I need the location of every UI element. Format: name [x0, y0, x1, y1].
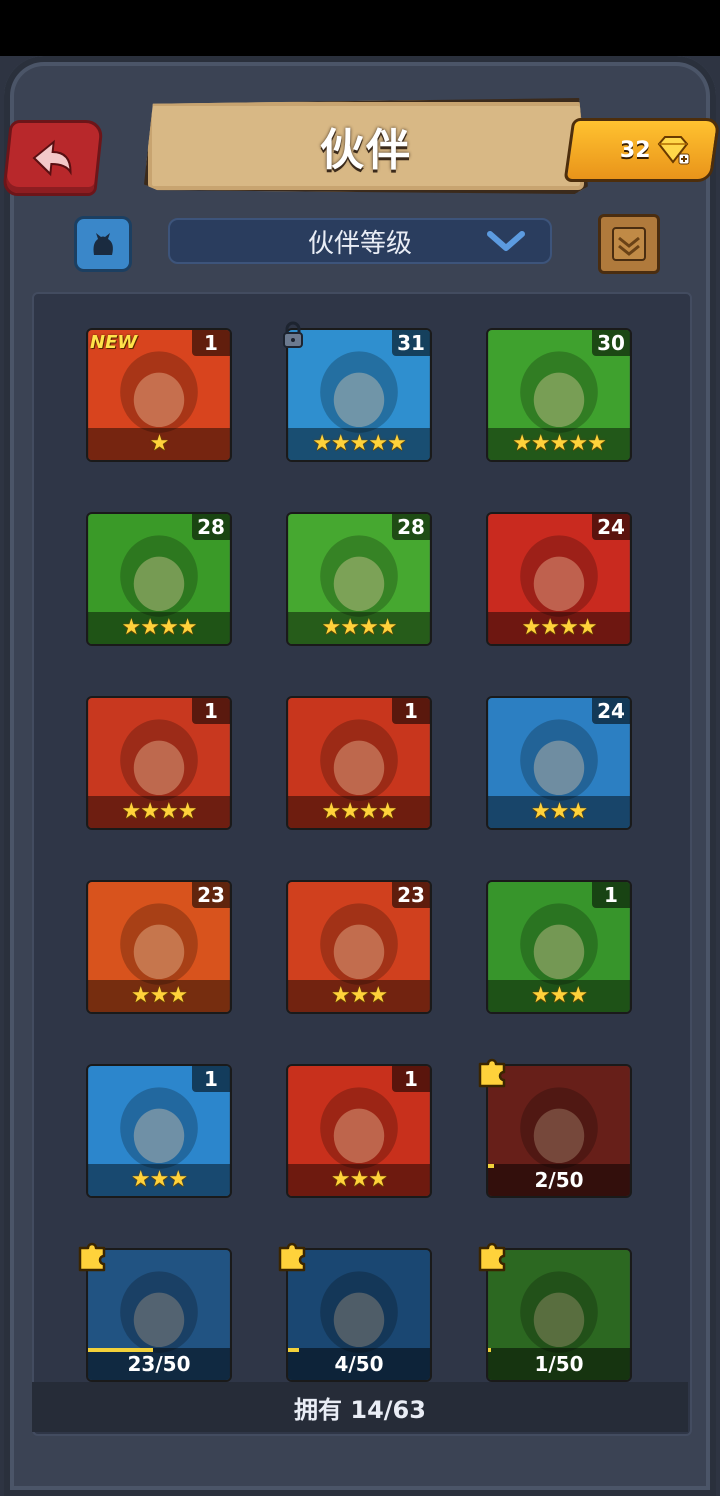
fragment-progress: 2/50 [488, 1164, 630, 1196]
gem-plus-icon [657, 136, 690, 165]
fragment-count: 4/50 [334, 1352, 384, 1376]
back-arrow-icon [32, 139, 72, 177]
companion-card[interactable]: 1 ★★★ [486, 880, 632, 1014]
companion-grid: 1 ★ NEW 31 ★★★★★ 30 ★★★★★ 28 ★★★★ 28 ★★★★ 24 ★★★★ 1 ★★… [32, 292, 692, 1436]
fragment-progress: 4/50 [288, 1348, 430, 1380]
companion-level: 24 [592, 698, 630, 724]
companion-card[interactable]: 30 ★★★★★ [486, 328, 632, 462]
owned-text: 拥有 14/63 [294, 1395, 426, 1424]
star-rating: ★★★★ [488, 612, 630, 644]
companion-level: 1 [192, 1066, 230, 1092]
back-button[interactable] [2, 120, 104, 196]
companion-card[interactable]: 24 ★★★ [486, 696, 632, 830]
fragment-progress: 23/50 [88, 1348, 230, 1380]
puzzle-piece-icon [78, 1242, 106, 1272]
companion-card[interactable]: 24 ★★★★ [486, 512, 632, 646]
companion-level: 31 [392, 330, 430, 356]
sort-label: 伙伴等级 [307, 228, 412, 259]
fragment-progress: 1/50 [488, 1348, 630, 1380]
map-scroll-icon [612, 227, 646, 261]
star-rating: ★★★★ [88, 796, 230, 828]
companion-card[interactable]: 1 ★★★★ [286, 696, 432, 830]
map-button[interactable] [598, 214, 660, 274]
companion-level: 1 [392, 698, 430, 724]
companion-level: 23 [392, 882, 430, 908]
puzzle-piece-icon [478, 1058, 506, 1088]
companion-card[interactable]: 28 ★★★★ [86, 512, 232, 646]
companion-level: 1 [392, 1066, 430, 1092]
chevron-down-icon [487, 231, 525, 251]
fragment-count: 2/50 [534, 1168, 584, 1192]
star-rating: ★★★ [488, 980, 630, 1012]
title-banner: 伙伴 [144, 98, 588, 194]
page-title: 伙伴 [320, 125, 412, 176]
companion-level: 28 [192, 514, 230, 540]
status-bar [0, 0, 720, 56]
star-rating: ★★★ [288, 1164, 430, 1196]
companion-card[interactable]: 23 ★★★ [286, 880, 432, 1014]
owned-counter: 拥有 14/63 [32, 1382, 688, 1432]
cat-filter-icon [93, 233, 113, 255]
star-rating: ★★★★ [288, 796, 430, 828]
star-rating: ★★★★★ [288, 428, 430, 460]
companion-card[interactable]: 23 ★★★ [86, 880, 232, 1014]
fragment-count: 1/50 [534, 1352, 584, 1376]
star-rating: ★★★ [88, 980, 230, 1012]
gem-counter-button[interactable]: 32 [563, 118, 720, 182]
companion-card[interactable]: 1 ★★★★ [86, 696, 232, 830]
star-rating: ★★★ [288, 980, 430, 1012]
puzzle-piece-icon [478, 1242, 506, 1272]
star-rating: ★★★ [488, 796, 630, 828]
companion-level: 1 [192, 330, 230, 356]
sort-dropdown[interactable]: 伙伴等级 [168, 218, 552, 264]
star-rating: ★★★★ [88, 612, 230, 644]
companion-card[interactable]: 28 ★★★★ [286, 512, 432, 646]
companion-card[interactable]: 1 ★★★ [86, 1064, 232, 1198]
companion-level: 23 [192, 882, 230, 908]
companion-level: 30 [592, 330, 630, 356]
companion-card[interactable]: 1 ★★★ [286, 1064, 432, 1198]
companion-level: 1 [592, 882, 630, 908]
star-rating: ★★★★ [288, 612, 430, 644]
companion-level: 24 [592, 514, 630, 540]
star-rating: ★★★★★ [488, 428, 630, 460]
new-badge: NEW [90, 332, 138, 353]
fragment-count: 23/50 [127, 1352, 191, 1376]
lock-icon [283, 321, 303, 348]
puzzle-piece-icon [278, 1242, 306, 1272]
companion-level: 28 [392, 514, 430, 540]
companion-card[interactable]: 1 ★ NEW [86, 328, 232, 462]
companion-level: 1 [192, 698, 230, 724]
filter-button[interactable] [74, 216, 132, 272]
star-rating: ★★★ [88, 1164, 230, 1196]
gem-count: 32 [620, 137, 651, 163]
star-rating: ★ [88, 428, 230, 460]
